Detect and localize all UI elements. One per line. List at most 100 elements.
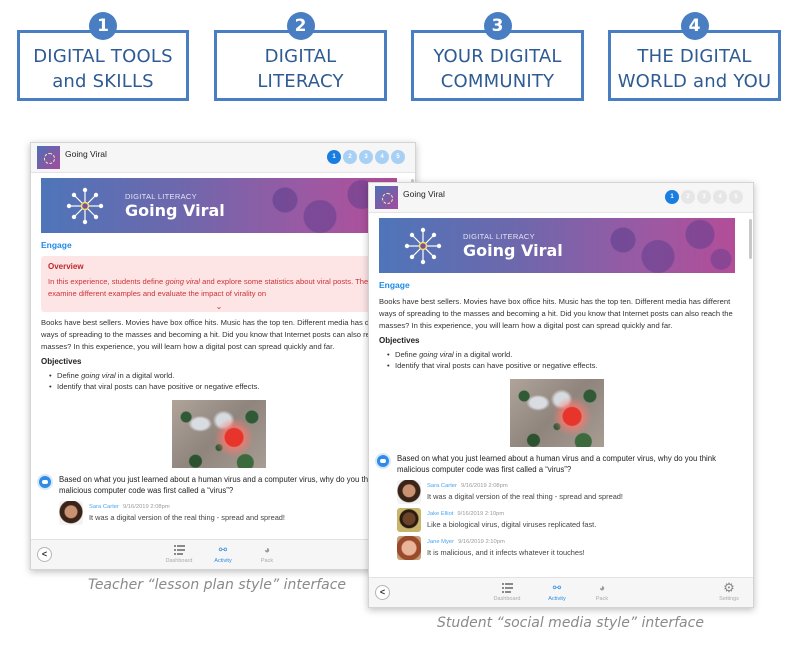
objective-emphasis: going viral [419,350,454,359]
lesson-title: Going Viral [65,149,107,159]
unit-title-line2: WORLD and YOU [617,71,772,92]
reply-item: Sara Carter 9/16/2019 2:08pm It was a dig… [397,480,735,504]
pack-icon: ◕ [598,582,606,594]
objective-item: Define going viral in a digital world. [387,349,735,360]
unit-number-badge: 4 [680,12,709,40]
section-heading: Engage [379,280,410,290]
reply-meta: Sara Carter 9/16/2019 2:08pm [89,504,285,510]
objective-item: Define going viral in a digital world. [49,370,397,381]
unit-title-line1: THE DIGITAL [637,46,752,67]
step-indicator: 1 2 3 4 5 [665,190,743,204]
reply-author[interactable]: Jane Myer [427,539,454,545]
banner-kicker: DIGITAL LITERACY [463,232,535,241]
objectives-heading: Objectives [41,357,82,366]
nav-pack[interactable]: ◕ Pack [582,581,622,603]
objectives-list: Define going viral in a digital world. I… [387,349,735,371]
back-button[interactable]: < [37,547,52,562]
bottom-nav: < Dashboard ⚯ Activity ◕ Pack [31,539,415,569]
virus-network-icon [66,187,104,225]
step-5-button[interactable]: 5 [391,150,405,164]
unit-title-line2: COMMUNITY [440,71,555,92]
unit-box-4: 4 THE DIGITAL WORLD and YOU [608,12,781,101]
scrollbar[interactable] [749,219,752,259]
reply-author[interactable]: Jake Elliot [427,511,453,517]
nav-activity[interactable]: ⚯ Activity [203,543,243,565]
banner-title: Going Viral [463,241,563,260]
reply-time: 9/16/2019 2:08pm [122,504,170,510]
unit-title-line1: YOUR DIGITAL [433,46,562,67]
objective-emphasis: going viral [81,371,116,380]
nav-activity[interactable]: ⚯ Activity [537,581,577,603]
unit-title-line2: LITERACY [257,71,344,92]
window-header: Going Viral 1 2 3 4 5 [31,143,415,173]
avatar [397,536,421,560]
step-1-button[interactable]: 1 [327,150,341,164]
nav-label: Dashboard [165,558,193,564]
reply-time: 9/16/2019 2:10pm [457,511,505,517]
reply-item: Jane Myer 9/16/2019 2:10pm It is maliciou… [397,536,735,560]
reply-author[interactable]: Sara Carter [427,483,457,489]
unit-box-2: 2 DIGITAL LITERACY [214,12,387,101]
dashboard-icon [487,581,527,595]
unit-title: YOUR DIGITAL COMMUNITY [414,44,581,94]
unit-number-badge: 2 [286,12,315,40]
discussion-prompt: Based on what you just learned about a h… [37,474,397,496]
lesson-title: Going Viral [403,189,445,199]
bottom-nav: < Dashboard ⚯ Activity ◕ Pack ⚙ Settings [369,577,753,607]
nav-dashboard[interactable]: Dashboard [487,581,527,602]
nav-label: Activity [548,596,566,602]
step-3-button[interactable]: 3 [697,190,711,204]
reply-text: It was a digital version of the real thi… [427,492,623,501]
unit-title: DIGITAL LITERACY [217,44,384,94]
window-header: Going Viral 1 2 3 4 5 [369,183,753,213]
reply-text: It is malicious, and it infects whatever… [427,548,585,557]
gear-icon: ⚙ [723,580,735,595]
avatar [397,480,421,504]
nav-settings[interactable]: ⚙ Settings [709,580,749,602]
nav-label: Activity [214,558,232,564]
step-2-button[interactable]: 2 [343,150,357,164]
objective-text: in a digital world. [115,371,175,380]
banner-title: Going Viral [125,201,225,220]
step-indicator: 1 2 3 4 5 [327,150,405,164]
step-4-button[interactable]: 4 [375,150,389,164]
objective-text: Define [395,350,420,359]
banner-kicker: DIGITAL LITERACY [125,192,197,201]
back-button[interactable]: < [375,585,390,600]
overview-text-part: In this experience, students define [48,277,166,286]
unit-title-line1: DIGITAL TOOLS [33,46,173,67]
pack-icon: ◕ [263,544,271,556]
step-2-button[interactable]: 2 [681,190,695,204]
bot-avatar-icon [37,474,53,490]
reply-meta: Jake Elliot 9/16/2019 2:10pm [427,511,596,517]
activity-icon: ⚯ [552,582,562,594]
objective-item: Identify that viral posts can have posit… [49,381,397,392]
reply-item: Sara Carter 9/16/2019 2:08pm It was a dig… [59,501,397,525]
reply-time: 9/16/2019 2:10pm [458,539,505,545]
step-3-button[interactable]: 3 [359,150,373,164]
lesson-thumbnail [375,186,398,209]
step-5-button[interactable]: 5 [729,190,743,204]
reply-author[interactable]: Sara Carter [89,504,119,510]
virus-network-icon [404,227,442,265]
intro-paragraph: Books have best sellers. Movies have box… [379,297,733,330]
step-1-button[interactable]: 1 [665,190,679,204]
chevron-down-icon[interactable]: ⌄ [216,302,223,311]
unit-title-line2: and SKILLS [52,71,154,92]
reply-meta: Jane Myer 9/16/2019 2:10pm [427,539,585,545]
overview-panel[interactable]: Overview In this experience, students de… [41,256,397,312]
reply-text: It was a digital version of the real thi… [89,513,285,522]
nav-dashboard[interactable]: Dashboard [159,543,199,564]
activity-icon: ⚯ [218,544,228,556]
step-4-button[interactable]: 4 [713,190,727,204]
virus-image [172,400,266,468]
lesson-content: DIGITAL LITERACY Going Viral Engage Book… [369,214,745,577]
unit-title: DIGITAL TOOLS and SKILLS [20,44,186,94]
section-heading: Engage [41,240,72,250]
prompt-text: Based on what you just learned about a h… [59,475,378,495]
nav-pack[interactable]: ◕ Pack [247,543,287,565]
nav-label: Pack [595,596,609,602]
lesson-banner: DIGITAL LITERACY Going Viral [41,178,397,233]
student-caption: Student “social media style” interface [437,615,704,631]
unit-number-badge: 3 [483,12,512,40]
